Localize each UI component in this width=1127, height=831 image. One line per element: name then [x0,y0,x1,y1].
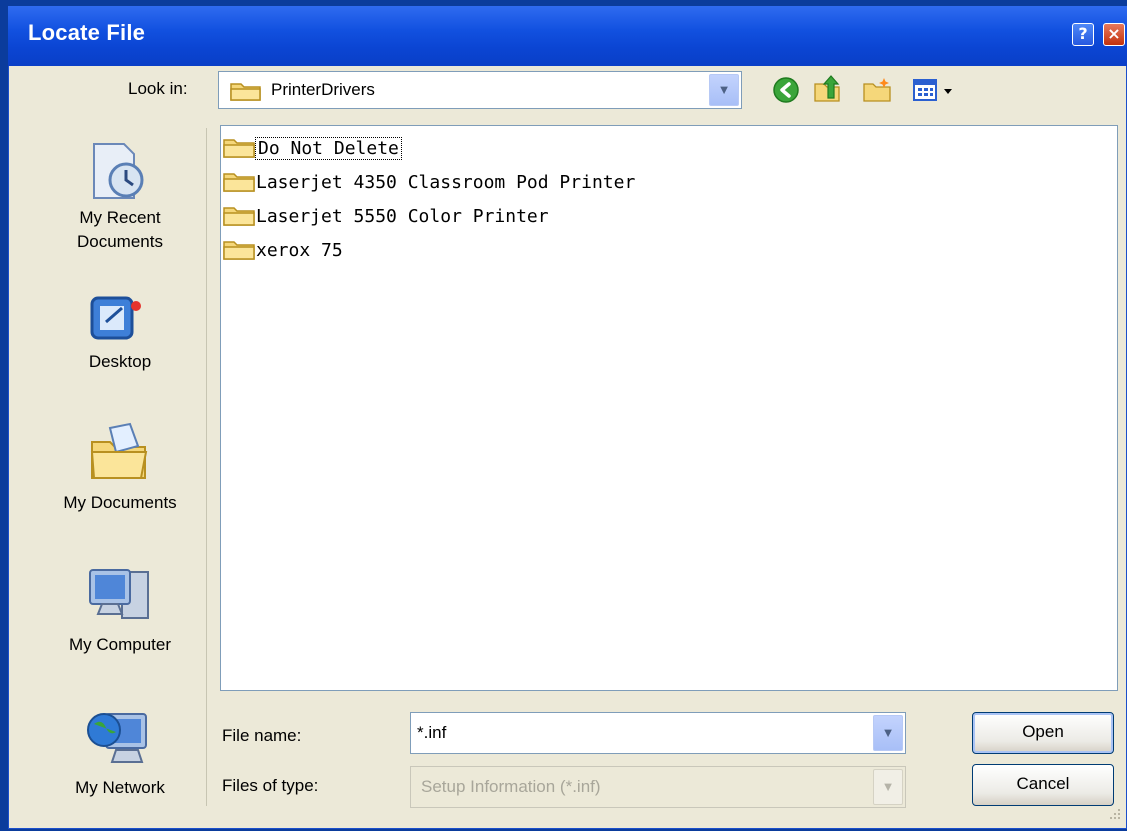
my-network-icon[interactable] [84,706,154,770]
file-name-text: xerox 75 [256,239,343,261]
folder-icon [223,139,255,158]
close-button[interactable]: × [1103,23,1125,46]
place-label-my-computer-line1: My Computer [68,635,172,654]
chevron-down-icon: ▼ [881,779,895,794]
files-of-type-dropdown-button[interactable]: ▼ [873,769,903,805]
help-button[interactable]: ? [1072,23,1094,46]
file-name-text: Laserjet 4350 Classroom Pod Printer [256,171,636,193]
folder-icon [223,173,255,192]
view-menu-icon[interactable] [912,78,958,104]
place-label-recent-line1: My Recent [79,208,161,227]
new-folder-icon[interactable] [862,76,894,104]
resize-grip-icon[interactable] [1105,806,1123,824]
place-label-desktop[interactable]: Desktop [34,350,206,374]
look-in-value: PrinterDrivers [271,80,375,99]
look-in-combo[interactable]: PrinterDrivers ▼ [218,71,742,109]
files-of-type-value: Setup Information (*.inf) [421,777,601,796]
place-label-my-computer[interactable]: My Computer [34,633,206,657]
folder-icon [223,207,255,226]
chevron-down-icon: ▼ [881,725,895,740]
chevron-down-icon: ▼ [717,82,731,97]
my-documents-icon[interactable] [88,420,152,484]
file-name-input[interactable]: *.inf [417,723,446,743]
list-item[interactable]: Do Not Delete [222,134,402,162]
look-in-label: Look in: [128,79,188,98]
place-label-my-network-line1: My Network [75,778,165,797]
desktop-icon[interactable] [86,292,150,348]
file-name-text: Do Not Delete [255,136,402,160]
title-bar[interactable] [8,6,1127,66]
files-of-type-combo[interactable]: Setup Information (*.inf) ▼ [410,766,906,808]
file-name-combo[interactable]: *.inf ▼ [410,712,906,754]
recent-documents-icon[interactable] [88,140,152,204]
file-name-text: Laserjet 5550 Color Printer [256,205,549,227]
look-in-dropdown-button[interactable]: ▼ [709,74,739,106]
place-label-my-network[interactable]: My Network [34,776,206,800]
up-folder-icon[interactable] [812,74,842,104]
files-of-type-label: Files of type: [222,776,319,795]
list-item[interactable]: xerox 75 [222,236,343,264]
place-label-recent[interactable]: My Recent Documents [34,206,206,254]
folder-icon [230,83,261,101]
open-button[interactable]: Open [972,712,1114,754]
folder-icon [223,241,255,260]
place-label-my-documents[interactable]: My Documents [34,491,206,515]
my-computer-icon[interactable] [86,566,154,628]
place-label-desktop-line1: Desktop [88,352,152,371]
cancel-button[interactable]: Cancel [972,764,1114,806]
back-icon[interactable] [772,76,800,104]
place-label-my-documents-line1: My Documents [63,493,177,512]
file-name-dropdown-button[interactable]: ▼ [873,715,903,751]
window-title: Locate File [28,20,146,45]
list-item[interactable]: Laserjet 5550 Color Printer [222,202,549,230]
place-label-recent-line2: Documents [77,232,163,251]
file-name-label: File name: [222,726,302,745]
list-item[interactable]: Laserjet 4350 Classroom Pod Printer [222,168,635,196]
